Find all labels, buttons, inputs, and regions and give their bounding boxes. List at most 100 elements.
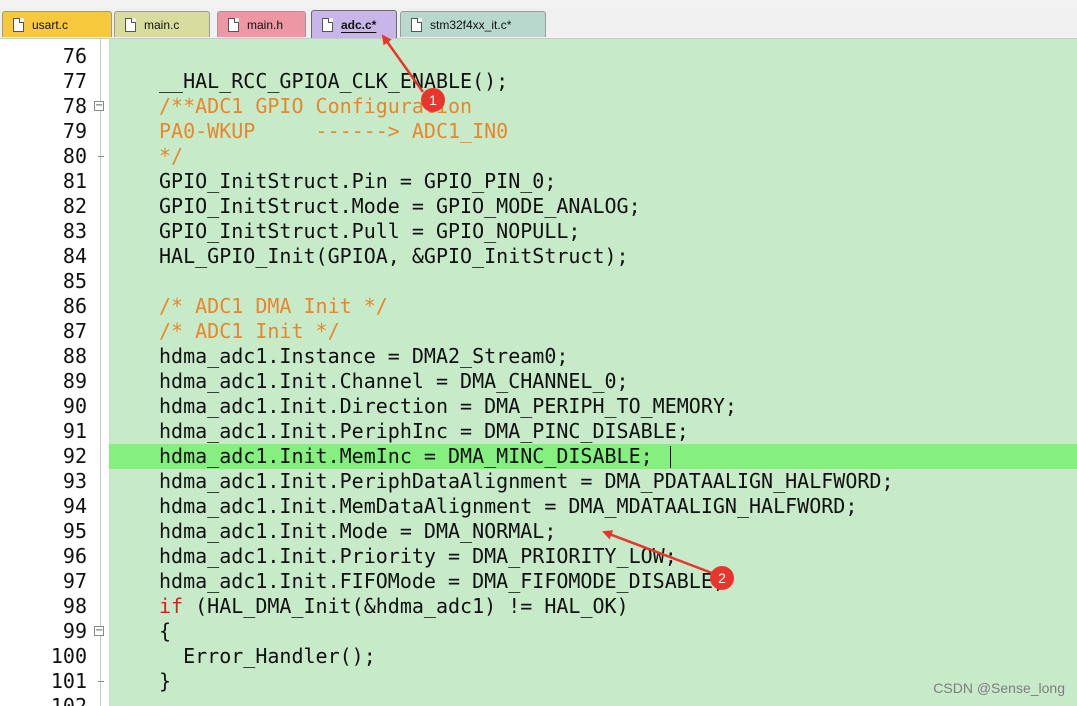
line-number: 101 bbox=[50, 669, 87, 693]
file-icon bbox=[411, 17, 422, 32]
code-text: if (HAL_DMA_Init(&hdma_adc1) != HAL_OK) bbox=[159, 594, 629, 618]
code-line[interactable]: hdma_adc1.Init.Direction = DMA_PERIPH_TO… bbox=[109, 394, 1077, 419]
tab-main-c[interactable]: main.c bbox=[114, 11, 210, 37]
code-line[interactable]: hdma_adc1.Instance = DMA2_Stream0; bbox=[109, 344, 1077, 369]
code-text: GPIO_InitStruct.Pin = GPIO_PIN_0; bbox=[159, 169, 557, 193]
line-number: 79 bbox=[62, 119, 87, 143]
code-text: { bbox=[159, 619, 172, 643]
line-number: 83 bbox=[62, 219, 87, 243]
code-text: Error_Handler(); bbox=[159, 644, 376, 668]
line-number: 99 bbox=[62, 619, 87, 643]
code-text: hdma_adc1.Instance = DMA2_Stream0; bbox=[159, 344, 569, 368]
line-number: 87 bbox=[62, 319, 87, 343]
line-number: 93 bbox=[62, 469, 87, 493]
line-number: 89 bbox=[62, 369, 87, 393]
file-tab-bar: usart.c main.c main.h adc.c* stm32f4xx_it.c* bbox=[0, 8, 1077, 39]
line-number: 95 bbox=[62, 519, 87, 543]
code-line[interactable]: hdma_adc1.Init.PeriphDataAlignment = DMA… bbox=[109, 469, 1077, 494]
tab-label: usart.c bbox=[32, 17, 69, 32]
code-line[interactable]: PA0-WKUP ------> ADC1_IN0 bbox=[109, 119, 1077, 144]
line-number: 98 bbox=[62, 594, 87, 618]
tab-main-h[interactable]: main.h bbox=[217, 11, 306, 37]
code-text: GPIO_InitStruct.Mode = GPIO_MODE_ANALOG; bbox=[159, 194, 641, 218]
code-text: hdma_adc1.Init.PeriphDataAlignment = DMA… bbox=[159, 469, 894, 493]
tab-label: main.c bbox=[144, 17, 180, 32]
code-text: HAL_GPIO_Init(GPIOA, &GPIO_InitStruct); bbox=[159, 244, 629, 268]
line-number: 80 bbox=[62, 144, 87, 168]
code-text: hdma_adc1.Init.Mode = DMA_NORMAL; bbox=[159, 519, 557, 543]
code-line[interactable]: hdma_adc1.Init.Mode = DMA_NORMAL; bbox=[109, 519, 1077, 544]
line-number: 90 bbox=[62, 394, 87, 418]
code-text: __HAL_RCC_GPIOA_CLK_ENABLE(); bbox=[159, 69, 509, 93]
code-line[interactable]: GPIO_InitStruct.Pin = GPIO_PIN_0; bbox=[109, 169, 1077, 194]
code-line[interactable]: GPIO_InitStruct.Mode = GPIO_MODE_ANALOG; bbox=[109, 194, 1077, 219]
code-editor[interactable]: 76 77 78 79 80 81 82 83 84 85 86 87 88 89 90 91 92 93 94 95… bbox=[0, 39, 1077, 706]
code-line[interactable]: hdma_adc1.Init.MemInc = DMA_MINC_DISABLE… bbox=[109, 444, 1077, 469]
code-line[interactable]: { bbox=[109, 619, 1077, 644]
file-icon bbox=[228, 17, 239, 32]
line-number: 97 bbox=[62, 569, 87, 593]
text-cursor bbox=[670, 446, 671, 468]
annotation-marker-1: 1 bbox=[421, 88, 445, 112]
code-line[interactable] bbox=[109, 269, 1077, 294]
code-line[interactable]: Error_Handler(); bbox=[109, 644, 1077, 669]
line-number: 96 bbox=[62, 544, 87, 568]
code-line[interactable]: hdma_adc1.Init.FIFOMode = DMA_FIFOMODE_D… bbox=[109, 569, 1077, 594]
tab-label: stm32f4xx_it.c* bbox=[430, 17, 512, 32]
tab-label: main.h bbox=[247, 17, 284, 32]
code-line[interactable]: hdma_adc1.Init.Priority = DMA_PRIORITY_L… bbox=[109, 544, 1077, 569]
code-line[interactable]: } bbox=[109, 669, 1077, 694]
gutter-divider bbox=[100, 39, 101, 706]
code-text: hdma_adc1.Init.Direction = DMA_PERIPH_TO… bbox=[159, 394, 737, 418]
code-text: /* ADC1 Init */ bbox=[159, 319, 340, 343]
annotation-marker-2: 2 bbox=[710, 566, 734, 590]
line-number: 100 bbox=[50, 644, 87, 668]
code-line[interactable]: HAL_GPIO_Init(GPIOA, &GPIO_InitStruct); bbox=[109, 244, 1077, 269]
file-icon bbox=[13, 17, 24, 32]
line-number: 76 bbox=[62, 44, 87, 68]
code-text: PA0-WKUP ------> ADC1_IN0 bbox=[159, 119, 509, 143]
line-number: 81 bbox=[62, 169, 87, 193]
line-number: 102 bbox=[50, 694, 87, 706]
code-text: hdma_adc1.Init.MemDataAlignment = DMA_MD… bbox=[159, 494, 858, 518]
watermark: CSDN @Sense_long bbox=[933, 680, 1065, 696]
code-line[interactable]: if (HAL_DMA_Init(&hdma_adc1) != HAL_OK) bbox=[109, 594, 1077, 619]
code-line[interactable] bbox=[109, 44, 1077, 69]
code-text: GPIO_InitStruct.Pull = GPIO_NOPULL; bbox=[159, 219, 581, 243]
line-number: 94 bbox=[62, 494, 87, 518]
file-icon bbox=[322, 17, 333, 32]
code-line[interactable]: __HAL_RCC_GPIOA_CLK_ENABLE(); bbox=[109, 69, 1077, 94]
code-line[interactable]: hdma_adc1.Init.Channel = DMA_CHANNEL_0; bbox=[109, 369, 1077, 394]
code-text: */ bbox=[159, 144, 184, 168]
code-line[interactable]: GPIO_InitStruct.Pull = GPIO_NOPULL; bbox=[109, 219, 1077, 244]
line-number: 82 bbox=[62, 194, 87, 218]
line-number: 92 bbox=[62, 444, 87, 468]
line-number: 91 bbox=[62, 419, 87, 443]
code-text: hdma_adc1.Init.Channel = DMA_CHANNEL_0; bbox=[159, 369, 629, 393]
code-text: } bbox=[159, 669, 172, 693]
code-line[interactable]: /* ADC1 DMA Init */ bbox=[109, 294, 1077, 319]
fold-end-marker bbox=[98, 681, 104, 682]
line-number: 85 bbox=[62, 269, 87, 293]
line-number: 86 bbox=[62, 294, 87, 318]
code-text: hdma_adc1.Init.FIFOMode = DMA_FIFOMODE_D… bbox=[159, 569, 725, 593]
code-text: /* ADC1 DMA Init */ bbox=[159, 294, 388, 318]
fold-toggle-icon[interactable]: − bbox=[94, 626, 104, 636]
tab-stm32f4xx-it-c[interactable]: stm32f4xx_it.c* bbox=[400, 11, 546, 37]
file-icon bbox=[125, 17, 136, 32]
code-line[interactable]: hdma_adc1.Init.MemDataAlignment = DMA_MD… bbox=[109, 494, 1077, 519]
line-number: 84 bbox=[62, 244, 87, 268]
code-line[interactable]: */ bbox=[109, 144, 1077, 169]
code-line[interactable]: /**ADC1 GPIO Configuration bbox=[109, 94, 1077, 119]
tab-usart-c[interactable]: usart.c bbox=[2, 11, 112, 37]
fold-toggle-icon[interactable]: − bbox=[94, 101, 104, 111]
code-text: hdma_adc1.Init.MemInc = DMA_MINC_DISABLE… bbox=[159, 444, 653, 468]
code-text: hdma_adc1.Init.PeriphInc = DMA_PINC_DISA… bbox=[159, 419, 689, 443]
tab-label: adc.c* bbox=[341, 17, 377, 32]
line-number-gutter: 76 77 78 79 80 81 82 83 84 85 86 87 88 89 90 91 92 93 94 95… bbox=[0, 39, 95, 706]
code-line[interactable]: /* ADC1 Init */ bbox=[109, 319, 1077, 344]
code-line[interactable]: hdma_adc1.Init.PeriphInc = DMA_PINC_DISA… bbox=[109, 419, 1077, 444]
code-line[interactable] bbox=[109, 694, 1077, 706]
tab-adc-c[interactable]: adc.c* bbox=[311, 10, 397, 38]
line-number: 77 bbox=[62, 69, 87, 93]
